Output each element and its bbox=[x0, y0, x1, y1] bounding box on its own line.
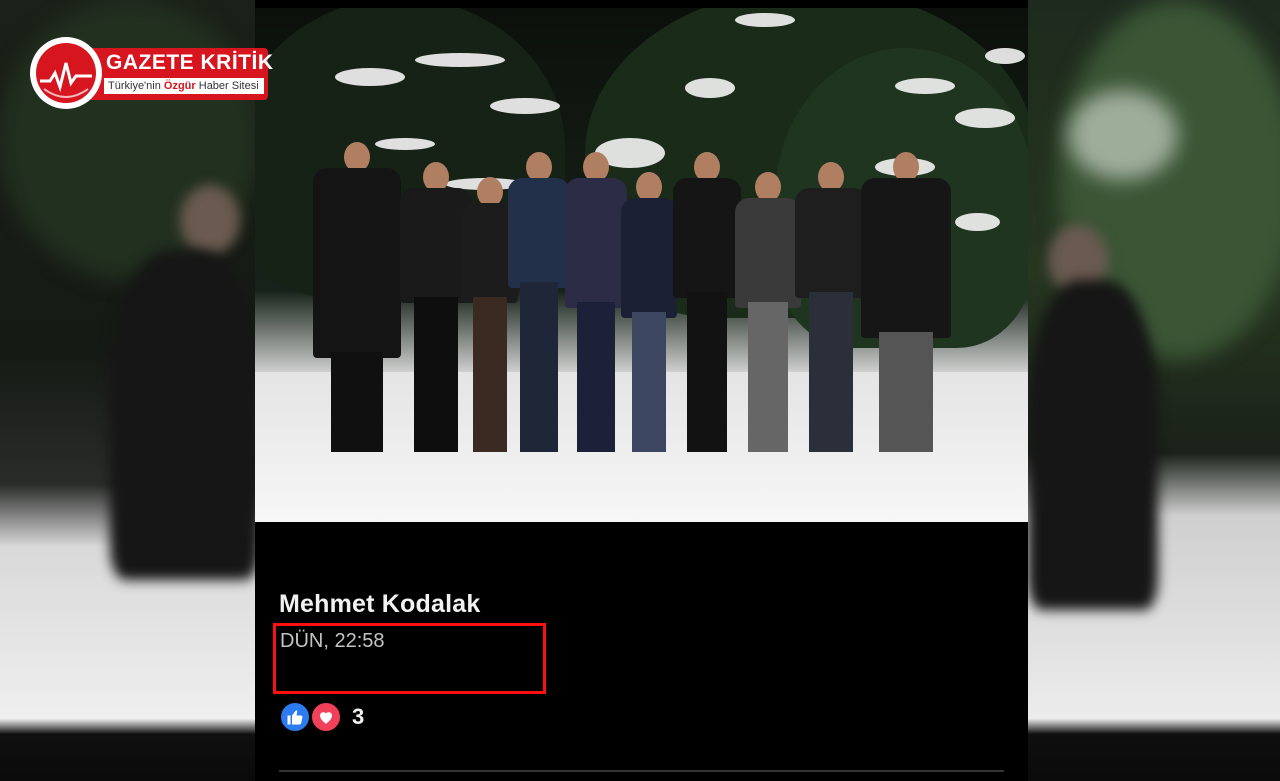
globe-pulse-icon bbox=[40, 62, 92, 98]
post-photo[interactable] bbox=[255, 8, 1028, 522]
reactions-summary[interactable]: 3 bbox=[279, 700, 364, 734]
reaction-count: 3 bbox=[352, 704, 365, 729]
divider bbox=[279, 770, 1004, 772]
like-icon bbox=[279, 701, 311, 733]
logo-banner: GAZETE KRİTİK Türkiye'nin Özgür Haber Si… bbox=[90, 48, 273, 100]
logo-title: GAZETE KRİTİK bbox=[106, 51, 274, 74]
logo-emblem bbox=[30, 37, 102, 109]
post-author-name[interactable]: Mehmet Kodalak bbox=[279, 590, 480, 619]
love-icon bbox=[310, 701, 342, 733]
gazete-kritik-logo: GAZETE KRİTİK Türkiye'nin Özgür Haber Si… bbox=[30, 37, 273, 109]
social-post: Mehmet Kodalak DÜN, 22:58 3 bbox=[255, 0, 1028, 781]
logo-subtitle: Türkiye'nin Özgür Haber Sitesi bbox=[104, 78, 264, 94]
blurred-background-right bbox=[1028, 0, 1280, 781]
timestamp-highlight-box bbox=[273, 623, 546, 694]
blurred-background-left bbox=[0, 0, 255, 781]
